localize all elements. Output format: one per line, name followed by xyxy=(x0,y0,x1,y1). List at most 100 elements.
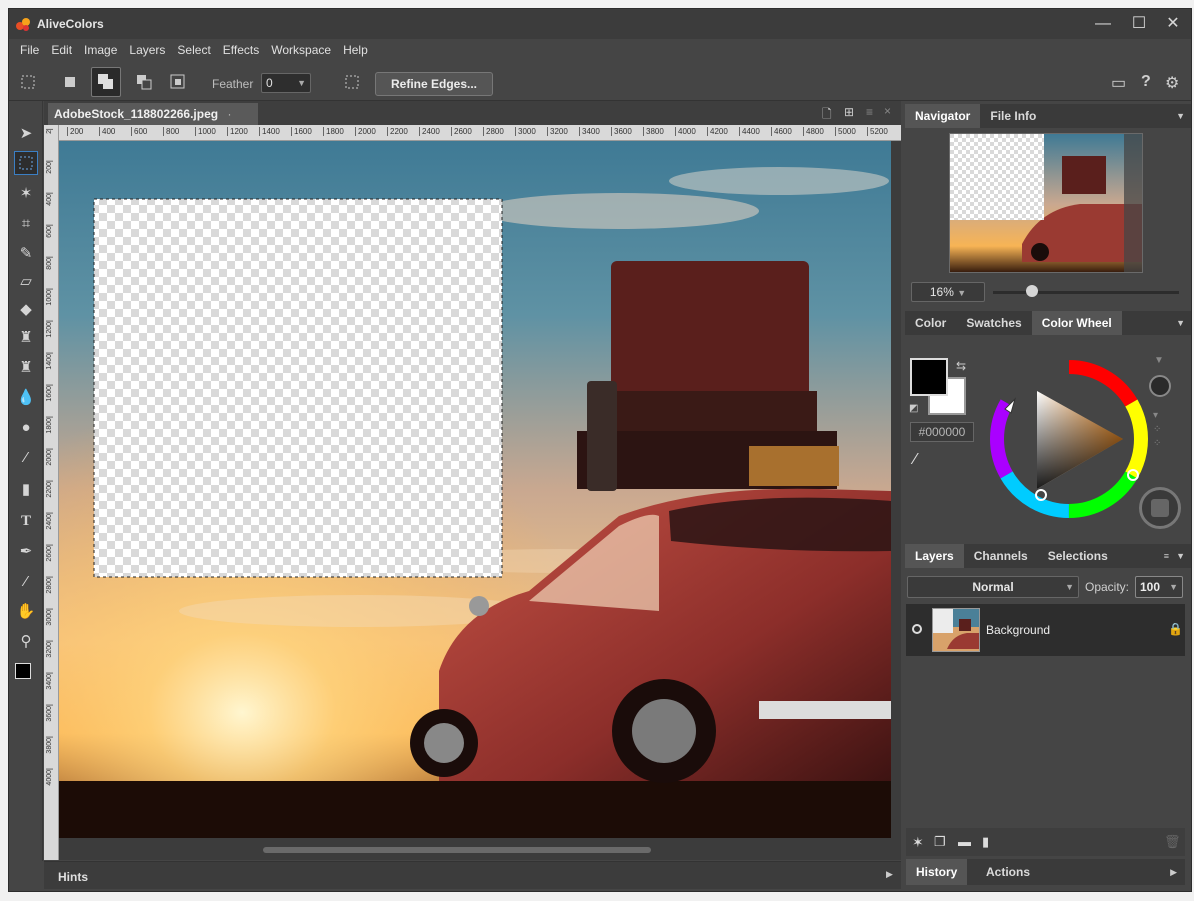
eyedropper-icon[interactable]: ⁄ xyxy=(914,451,917,469)
menu-image[interactable]: Image xyxy=(78,39,123,61)
tab-close-icon[interactable]: · xyxy=(227,107,231,121)
gear-icon[interactable]: ⚙ xyxy=(1165,73,1179,93)
maximize-button[interactable]: ☐ xyxy=(1125,13,1153,35)
refine-edges-button[interactable]: Refine Edges... xyxy=(375,72,493,96)
color-harmony-options-icon[interactable]: ▾ ⁘ ⁘ xyxy=(1153,409,1161,451)
color-wheel[interactable] xyxy=(985,355,1153,523)
app-title: AliveColors xyxy=(37,17,104,31)
ruler-tick-label: 1600 xyxy=(291,127,312,136)
folder-icon[interactable]: ▬ xyxy=(958,834,971,849)
horizontal-ruler: 200 400 600 800 1000 1200 1400 1600 1800 2000 2200… xyxy=(59,125,901,141)
zoom-slider-thumb[interactable] xyxy=(1026,285,1038,297)
eyedropper-tool-icon[interactable]: ⁄ xyxy=(14,569,38,593)
swap-colors-icon[interactable]: ⇆ xyxy=(956,359,966,373)
horizontal-scrollbar[interactable] xyxy=(59,838,901,860)
document-close-icon[interactable]: × xyxy=(884,104,891,118)
move-tool-icon[interactable]: ➤ xyxy=(14,121,38,145)
panel-menu-icon[interactable]: ▼ xyxy=(1176,311,1185,335)
hints-label[interactable]: Hints xyxy=(58,870,88,884)
zoom-tool-icon[interactable]: ⚲ xyxy=(14,629,38,653)
history-expand-icon[interactable]: ▶ xyxy=(1170,867,1177,878)
selection-options-icon[interactable] xyxy=(341,71,363,93)
tab-swatches[interactable]: Swatches xyxy=(956,311,1031,335)
tab-color[interactable]: Color xyxy=(905,311,956,335)
menu-file[interactable]: File xyxy=(14,39,45,61)
intersect-selection-mode-icon[interactable] xyxy=(167,71,189,93)
layer-style-icon[interactable]: ❐ xyxy=(934,834,946,850)
tab-channels[interactable]: Channels xyxy=(964,544,1038,568)
tile-view-icon[interactable]: ⊞ xyxy=(844,105,854,119)
document-tab-bar: AdobeStock_118802266.jpeg · 🗋 ⊞ ≡ × xyxy=(44,101,901,125)
document-view-icon[interactable]: 🗋 xyxy=(822,105,832,126)
tab-selections[interactable]: Selections xyxy=(1038,544,1118,568)
crop-tool-icon[interactable]: ⌗ xyxy=(14,211,38,235)
foreground-color-box[interactable] xyxy=(910,358,948,396)
hints-expand-icon[interactable]: ▶ xyxy=(886,869,893,880)
subtract-selection-mode-icon[interactable] xyxy=(133,71,155,93)
layer-row[interactable]: Background 🔒 xyxy=(906,604,1185,656)
ruler-tick-label: 400 xyxy=(46,193,53,206)
zoom-slider[interactable] xyxy=(993,291,1179,294)
stamp-tool-icon[interactable]: ♜ xyxy=(14,355,38,379)
blur-tool-icon[interactable]: 💧 xyxy=(14,385,38,409)
panel-menu-icon[interactable]: ▼ xyxy=(1176,544,1185,568)
hand-tool-icon[interactable]: ✋ xyxy=(14,599,38,623)
clone-stamp-tool-icon[interactable]: ♜ xyxy=(14,325,38,349)
magic-wand-tool-icon[interactable]: ✶ xyxy=(14,181,38,205)
paint-bucket-tool-icon[interactable]: ▮ xyxy=(14,477,38,501)
color-harmony-icon[interactable]: ▼ xyxy=(1154,355,1164,366)
blend-mode-select[interactable]: Normal ▼ xyxy=(907,576,1079,598)
help-icon[interactable]: ? xyxy=(1141,73,1151,91)
color-wheel-settings-button[interactable] xyxy=(1139,487,1181,529)
new-selection-mode-icon[interactable] xyxy=(59,71,81,93)
menu-edit[interactable]: Edit xyxy=(45,39,78,61)
zoom-field[interactable]: 16% ▼ xyxy=(911,282,985,302)
pencil-tool-icon[interactable]: ✎ xyxy=(14,241,38,265)
dodge-tool-icon[interactable]: ● xyxy=(14,415,38,439)
tab-file-info[interactable]: File Info xyxy=(980,104,1046,128)
panel-menu-icon[interactable]: ▼ xyxy=(1176,104,1185,128)
rectangular-marquee-tool-icon[interactable] xyxy=(14,151,38,175)
image-canvas[interactable] xyxy=(59,141,891,838)
menu-help[interactable]: Help xyxy=(337,39,374,61)
opacity-field[interactable]: 100 ▼ xyxy=(1135,576,1183,598)
reset-colors-icon[interactable]: ◩ xyxy=(909,403,918,414)
tab-color-wheel[interactable]: Color Wheel xyxy=(1031,311,1122,335)
comment-icon[interactable]: ▭ xyxy=(1111,73,1126,93)
panel-grip-icon[interactable]: ≡ xyxy=(1164,544,1169,568)
panel-grip-icon[interactable]: ≡ xyxy=(866,105,873,119)
color-mode-toggle[interactable] xyxy=(1149,375,1171,397)
add-selection-mode-icon[interactable] xyxy=(91,67,121,97)
navigator-preview[interactable] xyxy=(949,133,1143,273)
horizontal-scroll-thumb[interactable] xyxy=(263,847,651,853)
menu-workspace[interactable]: Workspace xyxy=(265,39,337,61)
eraser-tool-icon[interactable]: ▱ xyxy=(14,269,38,293)
tab-history[interactable]: History xyxy=(906,859,968,885)
hex-color-field[interactable]: #000000 xyxy=(910,422,974,442)
brush-tool-icon[interactable]: ◆ xyxy=(14,297,38,321)
tab-navigator[interactable]: Navigator xyxy=(905,104,981,128)
visibility-icon[interactable] xyxy=(912,624,922,634)
trash-icon[interactable]: 🗑 xyxy=(1164,834,1181,850)
minimize-button[interactable]: — xyxy=(1089,13,1117,35)
foreground-color-swatch[interactable] xyxy=(15,663,31,679)
feather-input[interactable]: 0 ▼ xyxy=(261,73,311,93)
tab-actions[interactable]: Actions xyxy=(976,859,1040,885)
close-button[interactable]: ✕ xyxy=(1159,13,1187,35)
document-tab[interactable]: AdobeStock_118802266.jpeg · xyxy=(48,103,258,125)
ruler-tick-label: 3800 xyxy=(46,737,53,754)
text-tool-icon[interactable]: T xyxy=(14,509,38,533)
smudge-tool-icon[interactable]: ⁄ xyxy=(14,445,38,469)
menu-select[interactable]: Select xyxy=(171,39,216,61)
vertical-scrollbar[interactable] xyxy=(891,141,901,838)
tab-layers[interactable]: Layers xyxy=(905,544,964,568)
marquee-tool-preset-icon[interactable] xyxy=(17,71,39,93)
menu-effects[interactable]: Effects xyxy=(217,39,265,61)
new-layer-icon[interactable]: ▮ xyxy=(982,834,989,850)
new-effect-layer-icon[interactable]: ✶ xyxy=(912,834,924,851)
ruler-tick-label: 800 xyxy=(163,127,179,136)
pen-tool-icon[interactable]: ✒ xyxy=(14,539,38,563)
lock-icon[interactable]: 🔒 xyxy=(1168,622,1183,636)
ruler-tick-label: 3400 xyxy=(579,127,600,136)
menu-layers[interactable]: Layers xyxy=(123,39,171,61)
